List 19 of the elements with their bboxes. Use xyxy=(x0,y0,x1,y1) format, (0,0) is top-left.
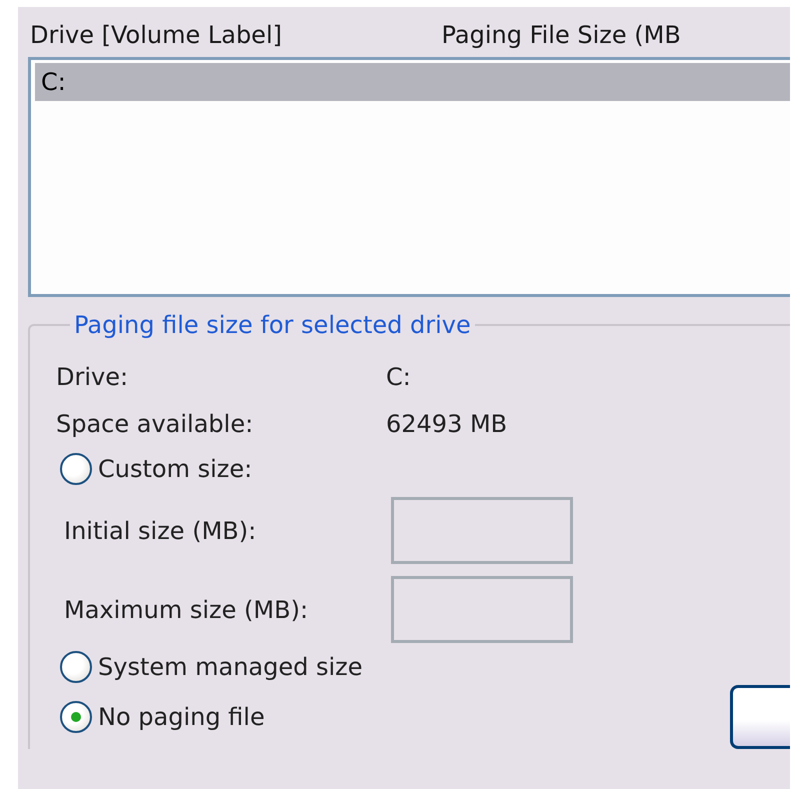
group-title: Paging file size for selected drive xyxy=(73,311,472,339)
radio-button[interactable] xyxy=(60,453,92,485)
radio-label: System managed size xyxy=(98,653,363,681)
field-label: Maximum size (MB): xyxy=(64,596,310,624)
size-input[interactable] xyxy=(391,497,573,564)
drive-row[interactable]: C: xyxy=(35,63,790,101)
info-value: C: xyxy=(386,362,411,390)
column-header[interactable]: Paging File Size (MB xyxy=(440,21,790,49)
radio-label: No paging file xyxy=(98,703,265,731)
button[interactable] xyxy=(730,685,790,749)
radio-label: Custom size: xyxy=(98,455,252,483)
info-label: Space available: xyxy=(56,410,254,438)
field-label: Initial size (MB): xyxy=(64,516,258,544)
column-header[interactable]: Drive [Volume Label] xyxy=(28,21,440,49)
size-input[interactable] xyxy=(391,576,573,643)
info-value: 62493 MB xyxy=(386,410,508,438)
radio-button[interactable] xyxy=(60,651,92,683)
radio-button[interactable] xyxy=(60,701,92,733)
info-label: Drive: xyxy=(56,362,130,390)
